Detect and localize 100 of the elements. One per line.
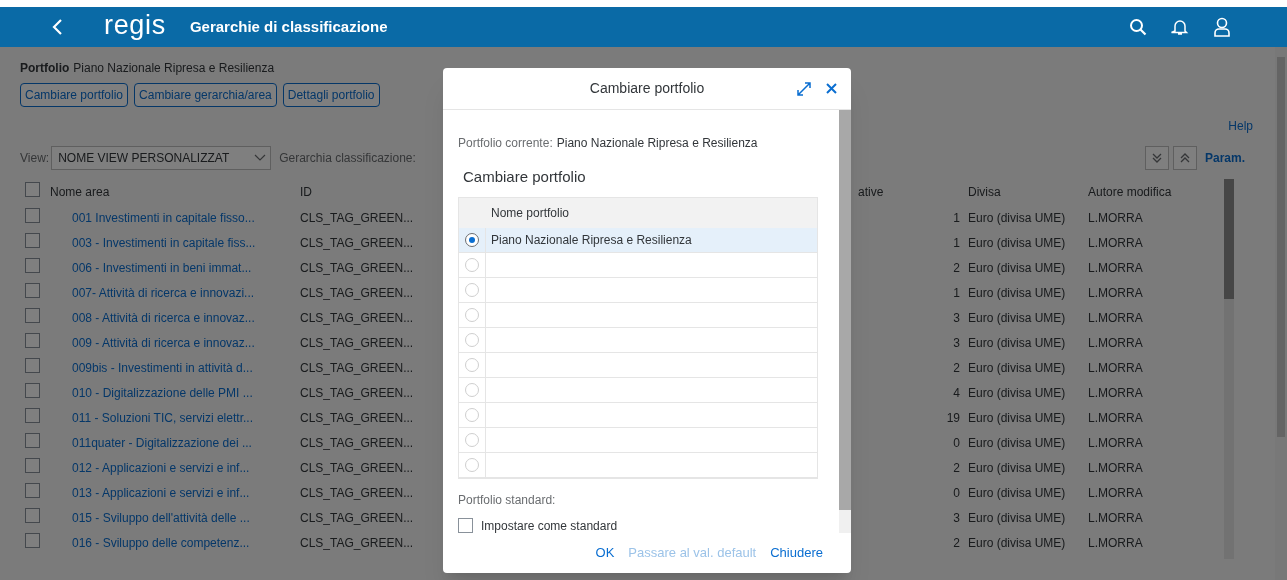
portfolio-row[interactable]	[459, 452, 817, 478]
table-cell-text: Euro (divisa UME)	[967, 409, 1067, 427]
param-link[interactable]: Param.	[1204, 149, 1245, 167]
row-checkbox[interactable]	[25, 332, 40, 348]
portfolio-row[interactable]	[459, 377, 817, 403]
select-all-checkbox[interactable]	[25, 182, 40, 197]
row-checkbox[interactable]	[25, 432, 40, 448]
portfolio-label: Portfolio	[20, 60, 70, 77]
table-cell-text: CLS_TAG_GREEN...	[300, 484, 415, 502]
portfolio-value: Piano Nazionale Ripresa e Resilienza	[73, 60, 275, 77]
user-icon[interactable]	[1213, 17, 1231, 37]
current-portfolio-label: Portfolio corrente:	[458, 135, 553, 152]
portfolio-row[interactable]	[459, 352, 817, 378]
area-link[interactable]: 001 Investimenti in capitale fisso...	[50, 208, 300, 227]
checkbox-label: Impostare come standard	[481, 517, 618, 535]
row-checkbox[interactable]	[25, 357, 40, 373]
row-checkbox[interactable]	[25, 532, 40, 548]
column-header: ative	[858, 184, 885, 201]
table-cell-text: CLS_TAG_GREEN...	[300, 434, 415, 452]
help-link[interactable]: Help	[1228, 117, 1253, 135]
column-header: Autore modifica	[1088, 184, 1173, 201]
area-link[interactable]: 010 - Digitalizzazione delle PMI ...	[50, 383, 300, 402]
app-title: Gerarchie di classificazione	[189, 16, 388, 37]
area-link[interactable]: 007- Attività di ricerca e innovazi...	[50, 283, 300, 302]
portfolio-row[interactable]	[459, 402, 817, 428]
area-link[interactable]: 009 - Attività di ricerca e innovaz...	[50, 333, 300, 352]
area-link[interactable]: 012 - Applicazioni e servizi e inf...	[50, 458, 300, 477]
row-checkbox[interactable]	[25, 407, 40, 423]
dialog-button[interactable]: OK	[595, 543, 615, 563]
radio-button[interactable]	[465, 232, 479, 247]
portfolio-row[interactable]	[459, 252, 817, 278]
table-cell-text: L.MORRA	[1088, 309, 1144, 327]
area-link[interactable]: 011quater - Digitalizzazione dei ...	[50, 433, 300, 452]
portfolio-row[interactable]	[459, 427, 817, 453]
page-scrollbar[interactable]	[1275, 47, 1287, 580]
table-cell-text: Euro (divisa UME)	[967, 309, 1067, 327]
table-cell-text: 1	[953, 284, 960, 302]
column-header: Nome portfolio	[491, 204, 570, 222]
table-cell-text: CLS_TAG_GREEN...	[300, 284, 415, 302]
table-cell-text: 2	[953, 259, 960, 277]
portfolio-row[interactable]	[459, 277, 817, 303]
row-checkbox[interactable]	[25, 207, 40, 223]
table-cell-text: CLS_TAG_GREEN...	[300, 234, 415, 252]
table-cell-text: Euro (divisa UME)	[967, 284, 1067, 302]
table-cell-text: CLS_TAG_GREEN...	[300, 534, 415, 552]
dialog-scrollbar[interactable]	[839, 110, 851, 533]
table-cell-text: 3	[953, 334, 960, 352]
row-checkbox[interactable]	[25, 257, 40, 273]
table-cell-text: 2	[953, 359, 960, 377]
area-link[interactable]: 009bis - Investimenti in attività d...	[50, 358, 300, 377]
table-scrollbar[interactable]	[1224, 179, 1234, 559]
row-checkbox[interactable]	[25, 307, 40, 323]
row-checkbox[interactable]	[25, 282, 40, 298]
view-select[interactable]: NOME VIEW PERSONALIZZAT	[51, 146, 272, 170]
portfolio-row[interactable]	[459, 327, 817, 353]
table-cell-text: 19	[946, 409, 960, 427]
table-cell-text: 1	[953, 234, 960, 252]
table-cell-text: 2	[953, 534, 960, 552]
row-checkbox[interactable]	[25, 457, 40, 473]
table-cell-text: CLS_TAG_GREEN...	[300, 209, 415, 227]
expand-icon[interactable]	[796, 80, 812, 97]
area-link[interactable]: 013 - Applicazioni e servizi e inf...	[50, 483, 300, 502]
table-cell-text: L.MORRA	[1088, 359, 1144, 377]
area-link[interactable]: 011 - Soluzioni TIC, servizi elettr...	[50, 408, 300, 427]
row-checkbox[interactable]	[25, 382, 40, 398]
action-button[interactable]: Dettagli portfolio	[282, 83, 380, 107]
table-cell-text: 0	[953, 434, 960, 452]
area-link[interactable]: 003 - Investimenti in capitale fiss...	[50, 233, 300, 252]
table-cell-text: L.MORRA	[1088, 209, 1144, 227]
action-button[interactable]: Cambiare gerarchia/area	[134, 83, 277, 107]
row-checkbox[interactable]	[25, 482, 40, 498]
table-cell-text: CLS_TAG_GREEN...	[300, 359, 415, 377]
row-checkbox[interactable]	[25, 507, 40, 523]
action-button[interactable]: Cambiare portfolio	[20, 83, 129, 107]
expand-all-button[interactable]	[1144, 146, 1169, 170]
table-cell-text: Euro (divisa UME)	[967, 334, 1067, 352]
hierarchy-label: Gerarchia classificazione:	[279, 150, 416, 167]
table-cell-text: Euro (divisa UME)	[967, 484, 1067, 502]
table-cell-text: L.MORRA	[1088, 534, 1144, 552]
table-cell-text: Euro (divisa UME)	[967, 459, 1067, 477]
dialog-title: Cambiare portfolio	[589, 79, 705, 98]
portfolio-row[interactable]: Piano Nazionale Ripresa e Resilienza	[459, 227, 817, 253]
search-icon[interactable]	[1129, 18, 1147, 36]
area-link[interactable]: 015 - Sviluppo dell'attività delle ...	[50, 508, 300, 527]
table-cell-text: L.MORRA	[1088, 334, 1144, 352]
checkbox[interactable]	[458, 518, 473, 533]
table-cell-text: L.MORRA	[1088, 484, 1144, 502]
table-cell-text: Euro (divisa UME)	[967, 509, 1067, 527]
table-cell-text: CLS_TAG_GREEN...	[300, 459, 415, 477]
collapse-all-button[interactable]	[1172, 146, 1197, 170]
dialog-button[interactable]: Chiudere	[770, 543, 823, 563]
area-link[interactable]: 006 - Investimenti in beni immat...	[50, 258, 300, 277]
table-cell-text: L.MORRA	[1088, 259, 1144, 277]
area-link[interactable]: 008 - Attività di ricerca e innovaz...	[50, 308, 300, 327]
area-link[interactable]: 016 - Sviluppo delle competenz...	[50, 533, 300, 552]
row-checkbox[interactable]	[25, 232, 40, 248]
portfolio-row[interactable]	[459, 302, 817, 328]
bell-icon[interactable]	[1171, 18, 1189, 36]
table-cell-text: CLS_TAG_GREEN...	[300, 409, 415, 427]
close-icon[interactable]	[826, 83, 837, 94]
